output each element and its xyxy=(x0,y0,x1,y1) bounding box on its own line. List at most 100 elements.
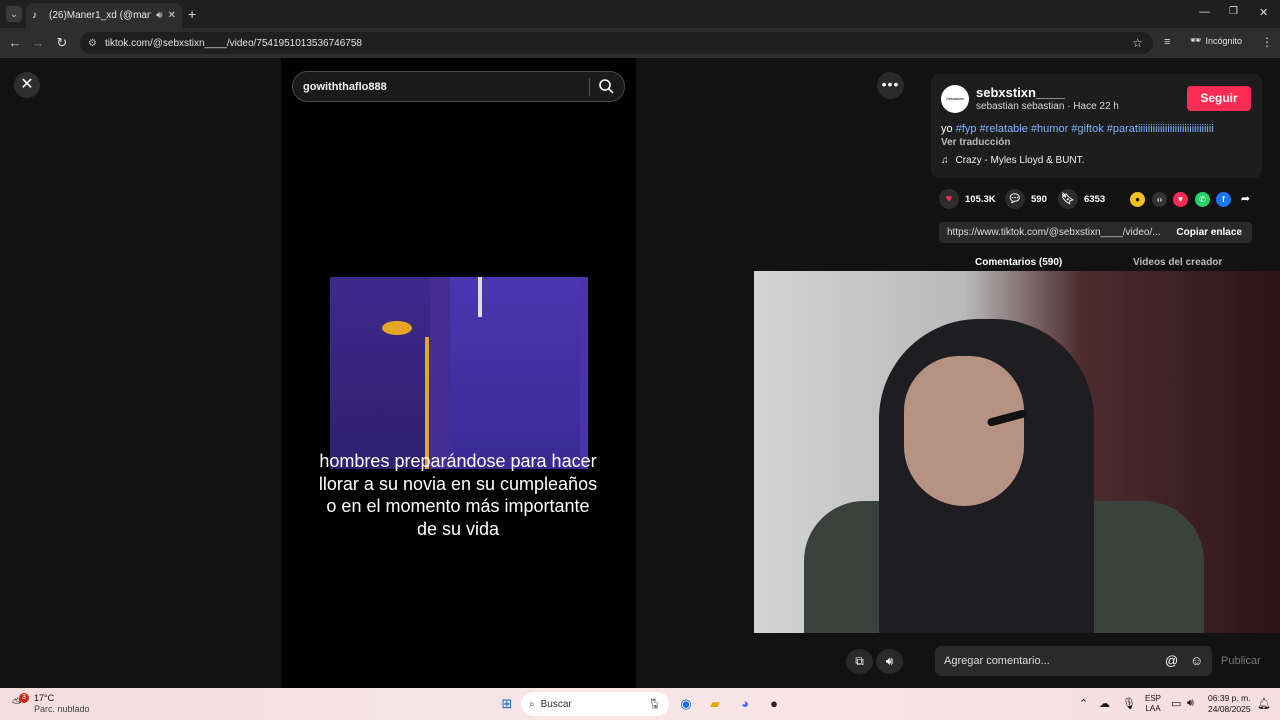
media-controls-icon[interactable]: ≡ xyxy=(1164,36,1170,48)
microphone-icon[interactable]: 🎙︎ xyxy=(1122,697,1136,710)
mention-icon[interactable]: @ xyxy=(1165,646,1178,676)
copy-link-button[interactable]: Copiar enlace xyxy=(1176,227,1242,238)
more-options-button[interactable]: ••• xyxy=(877,72,904,99)
hashtag-link[interactable]: #giftok xyxy=(1071,123,1103,135)
start-icon[interactable]: ⊞ xyxy=(498,695,516,713)
lang-secondary: LAA xyxy=(1145,704,1161,713)
chrome-icon[interactable]: ◉ xyxy=(677,695,695,713)
speaker-icon[interactable]: 🔊︎ xyxy=(1187,697,1194,710)
close-tab-icon[interactable]: ✕ xyxy=(168,10,176,21)
avatar[interactable]: Sebastian xyxy=(941,85,969,113)
bookmark-icon: 🔖︎ xyxy=(1058,189,1078,209)
facebook-icon[interactable]: f xyxy=(1216,192,1231,207)
search-value: gowiththaflo888 xyxy=(303,80,387,93)
player-left xyxy=(330,277,430,469)
see-translation-link[interactable]: Ver traducción xyxy=(941,137,1010,148)
hashtag-link[interactable]: #paratiiiiiiiiiiiiiiiiiiiiiiiiiiiiiii xyxy=(1107,123,1214,135)
volume-button[interactable]: 🔊︎ xyxy=(876,649,903,674)
heart-icon: ♥ xyxy=(939,189,959,209)
jersey-stripe xyxy=(478,277,482,317)
embed-icon[interactable]: ‹› xyxy=(1152,192,1167,207)
video-link[interactable]: https://www.tiktok.com/@sebxstixn____/vi… xyxy=(947,227,1167,238)
app-icon[interactable]: ● xyxy=(765,695,783,713)
notification-icon[interactable]: 🔔︎ xyxy=(1257,697,1271,710)
comments-tabs: Comentarios (590) Videos del creador xyxy=(931,254,1271,272)
menu-kebab-icon[interactable]: ⋮ xyxy=(1261,35,1273,49)
clock-time: 06:39 p. m. xyxy=(1208,693,1251,703)
music-row[interactable]: ♫ Crazy - Myles Lloyd & BUNT. xyxy=(941,155,1084,166)
weather-desc: Parc. nublado xyxy=(34,704,90,714)
video-info-card: Sebastian sebxstixn____ sebastian sebast… xyxy=(931,74,1262,178)
comment-button[interactable]: 💬︎ 590 xyxy=(1005,189,1047,209)
taskbar-search-placeholder: Buscar xyxy=(540,698,572,710)
music-title: Crazy - Myles Lloyd & BUNT. xyxy=(955,155,1085,166)
close-window-icon[interactable]: ✕ xyxy=(1259,6,1268,19)
comment-input[interactable]: Agregar comentario... @ ☺ xyxy=(935,646,1212,676)
like-button[interactable]: ♥ 105.3K xyxy=(939,189,996,209)
file-explorer-icon[interactable]: ▰ xyxy=(706,695,724,713)
url-bar[interactable]: ⚙ tiktok.com/@sebxstixn____/video/754195… xyxy=(80,32,1153,54)
discord-icon[interactable]: ◕ xyxy=(736,695,754,713)
browser-tab-bar: ⌄ ♪ (26)Maner1_xd (@maner1_... 🔊︎ ✕ + — … xyxy=(0,0,1280,28)
incognito-icon: 🕶︎ xyxy=(1190,35,1202,45)
hashtag-link[interactable]: #relatable xyxy=(980,123,1028,135)
pip-button[interactable]: ⧉ xyxy=(846,649,873,674)
tab-comments[interactable]: Comentarios (590) xyxy=(975,257,1062,268)
hashtag-link[interactable]: #fyp xyxy=(956,123,977,135)
onedrive-icon[interactable]: ☁︎ xyxy=(1099,697,1110,710)
close-video-button[interactable]: ✕ xyxy=(14,72,40,98)
search-input[interactable]: gowiththaflo888 xyxy=(292,71,625,102)
video-description: yo #fyp #relatable #humor #giftok #parat… xyxy=(941,123,1256,135)
save-button[interactable]: 🔖︎ 6353 xyxy=(1058,189,1105,209)
bookmark-star-icon[interactable]: ☆ xyxy=(1132,36,1143,50)
save-count: 6353 xyxy=(1084,193,1106,205)
emoji-icon[interactable]: ☺ xyxy=(1190,646,1203,676)
weather-widget[interactable]: ⛅︎ 3 17°C Parc. nublado xyxy=(12,693,90,715)
lakers-logo xyxy=(382,321,412,335)
lang-primary: ESP xyxy=(1145,694,1162,703)
new-tab-icon[interactable]: + xyxy=(188,6,196,22)
search-highlight-icon: 🦌︎ xyxy=(648,698,661,710)
back-icon[interactable]: ← xyxy=(6,34,24,52)
taskbar-search[interactable]: ⌕ Buscar 🦌︎ xyxy=(521,692,669,716)
network-icon[interactable]: ▭ xyxy=(1171,697,1181,710)
minimize-icon[interactable]: — xyxy=(1199,6,1210,18)
desc-text: yo xyxy=(941,123,956,135)
copy-link-row: https://www.tiktok.com/@sebxstixn____/vi… xyxy=(939,222,1252,243)
username[interactable]: sebxstixn____ xyxy=(976,85,1065,100)
player-right xyxy=(450,277,580,469)
user-subline: sebastian sebastian · Hace 22 h xyxy=(976,101,1119,112)
weather-temp: 17°C xyxy=(34,693,55,703)
language-indicator[interactable]: ESP LAA xyxy=(1145,694,1161,714)
clock[interactable]: 06:39 p. m. 24/08/2025 xyxy=(1208,693,1251,715)
tray-chevron-icon[interactable]: ⌃ xyxy=(1079,697,1088,710)
webcam-overlay xyxy=(754,271,1280,633)
speaker-icon[interactable]: 🔊︎ xyxy=(156,10,162,21)
share-arrow-icon[interactable]: ➦ xyxy=(1238,192,1253,207)
follow-button[interactable]: Seguir xyxy=(1187,86,1251,111)
tab-search-icon[interactable]: ⌄ xyxy=(6,6,22,22)
comment-count: 590 xyxy=(1031,193,1047,205)
webcam-face xyxy=(904,356,1024,506)
incognito-indicator[interactable]: 🕶︎ Incógnito xyxy=(1190,35,1242,46)
forward-icon[interactable]: → xyxy=(29,34,47,52)
send-icon[interactable]: ▼ xyxy=(1173,192,1188,207)
search-icon[interactable] xyxy=(598,78,614,94)
search-divider xyxy=(589,78,590,96)
whatsapp-icon[interactable]: ✆ xyxy=(1195,192,1210,207)
action-bar: ♥ 105.3K 💬︎ 590 🔖︎ 6353 ● ‹› ▼ ✆ f ➦ xyxy=(939,189,1259,211)
hashtag-link[interactable]: #humor xyxy=(1031,123,1068,135)
weather-badge: 3 xyxy=(19,693,29,703)
site-settings-icon[interactable]: ⚙ xyxy=(88,38,97,49)
restore-icon[interactable]: ❐ xyxy=(1229,6,1238,17)
coin-icon[interactable]: ● xyxy=(1130,192,1145,207)
reload-icon[interactable]: ↻ xyxy=(53,34,71,52)
publish-button[interactable]: Publicar xyxy=(1221,655,1261,667)
tab-title: (26)Maner1_xd (@maner1_... xyxy=(49,10,152,21)
browser-tab[interactable]: ♪ (26)Maner1_xd (@maner1_... 🔊︎ ✕ xyxy=(26,3,182,28)
windows-taskbar: ⛅︎ 3 17°C Parc. nublado ⊞ ⌕ Buscar 🦌︎ ◉ ▰… xyxy=(0,688,1280,720)
tab-creator-videos[interactable]: Videos del creador xyxy=(1133,257,1222,268)
weather-icon: ⛅︎ 3 xyxy=(12,693,29,712)
clock-date: 24/08/2025 xyxy=(1208,704,1251,714)
address-bar: ← → ↻ ⚙ tiktok.com/@sebxstixn____/video/… xyxy=(0,28,1280,58)
